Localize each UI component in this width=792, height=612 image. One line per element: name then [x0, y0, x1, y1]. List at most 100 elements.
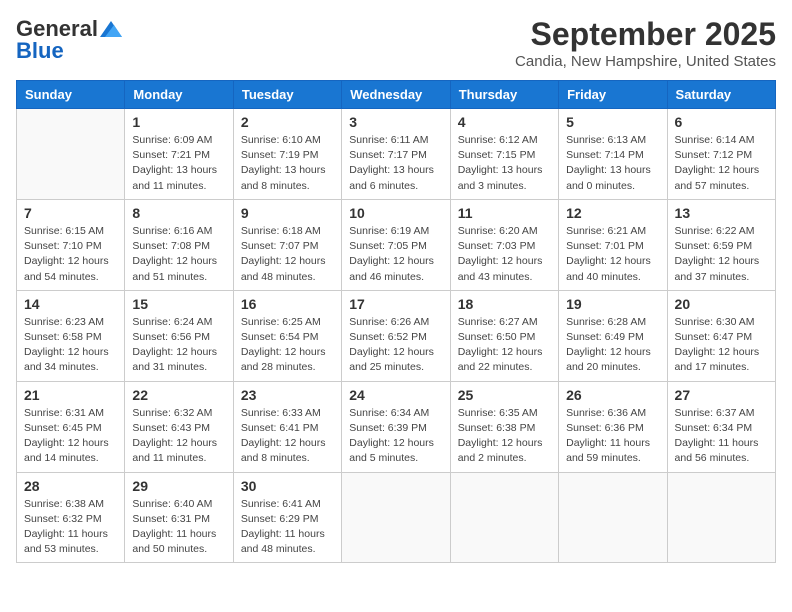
calendar-cell: 11 Sunrise: 6:20 AM Sunset: 7:03 PM Dayli… — [450, 199, 558, 290]
calendar-cell: 21 Sunrise: 6:31 AM Sunset: 6:45 PM Dayli… — [17, 381, 125, 472]
day-number: 8 — [132, 205, 225, 221]
weekday-header-sunday: Sunday — [17, 81, 125, 109]
calendar-week-2: 7Sunrise: 6:15 AM Sunset: 7:10 PM Daylig… — [17, 199, 776, 290]
calendar-cell — [342, 472, 450, 563]
location-subtitle: Candia, New Hampshire, United States — [515, 53, 776, 70]
calendar-cell: 5Sunrise: 6:13 AM Sunset: 7:14 PM Daylig… — [559, 109, 667, 200]
day-info: Sunrise: 6:23 AM Sunset: 6:58 PM Dayligh… — [24, 315, 117, 376]
calendar-cell: 6 Sunrise: 6:14 AM Sunset: 7:12 PM Daylig… — [667, 109, 775, 200]
calendar-table: SundayMondayTuesdayWednesdayThursdayFrid… — [16, 80, 776, 563]
title-area: September 2025 Candia, New Hampshire, Un… — [515, 16, 776, 70]
day-info: Sunrise: 6:40 AM Sunset: 6:31 PM Dayligh… — [132, 497, 225, 558]
weekday-header-saturday: Saturday — [667, 81, 775, 109]
day-number: 2 — [241, 114, 334, 130]
day-info: Sunrise: 6:15 AM Sunset: 7:10 PM Dayligh… — [24, 224, 117, 285]
day-info: Sunrise: 6:37 AM Sunset: 6:34 PM Dayligh… — [675, 406, 768, 467]
day-info: Sunrise: 6:26 AM Sunset: 6:52 PM Dayligh… — [349, 315, 442, 376]
calendar-cell: 28 Sunrise: 6:38 AM Sunset: 6:32 PM Dayli… — [17, 472, 125, 563]
calendar-week-3: 14 Sunrise: 6:23 AM Sunset: 6:58 PM Dayli… — [17, 290, 776, 381]
day-number: 20 — [675, 296, 768, 312]
calendar-cell: 26Sunrise: 6:36 AM Sunset: 6:36 PM Dayli… — [559, 381, 667, 472]
calendar-cell: 8 Sunrise: 6:16 AM Sunset: 7:08 PM Daylig… — [125, 199, 233, 290]
day-info: Sunrise: 6:18 AM Sunset: 7:07 PM Dayligh… — [241, 224, 334, 285]
day-info: Sunrise: 6:14 AM Sunset: 7:12 PM Dayligh… — [675, 133, 768, 194]
day-number: 13 — [675, 205, 768, 221]
calendar-week-1: 1 Sunrise: 6:09 AM Sunset: 7:21 PM Daylig… — [17, 109, 776, 200]
day-info: Sunrise: 6:41 AM Sunset: 6:29 PM Dayligh… — [241, 497, 334, 558]
day-info: Sunrise: 6:20 AM Sunset: 7:03 PM Dayligh… — [458, 224, 551, 285]
day-info: Sunrise: 6:32 AM Sunset: 6:43 PM Dayligh… — [132, 406, 225, 467]
calendar-cell: 2 Sunrise: 6:10 AM Sunset: 7:19 PM Daylig… — [233, 109, 341, 200]
day-info: Sunrise: 6:38 AM Sunset: 6:32 PM Dayligh… — [24, 497, 117, 558]
day-number: 10 — [349, 205, 442, 221]
day-number: 3 — [349, 114, 442, 130]
calendar-cell: 17Sunrise: 6:26 AM Sunset: 6:52 PM Dayli… — [342, 290, 450, 381]
calendar-cell: 14 Sunrise: 6:23 AM Sunset: 6:58 PM Dayli… — [17, 290, 125, 381]
day-number: 9 — [241, 205, 334, 221]
logo: General Blue — [16, 16, 122, 64]
day-info: Sunrise: 6:25 AM Sunset: 6:54 PM Dayligh… — [241, 315, 334, 376]
day-info: Sunrise: 6:35 AM Sunset: 6:38 PM Dayligh… — [458, 406, 551, 467]
calendar-cell: 24Sunrise: 6:34 AM Sunset: 6:39 PM Dayli… — [342, 381, 450, 472]
day-number: 11 — [458, 205, 551, 221]
calendar-cell: 15 Sunrise: 6:24 AM Sunset: 6:56 PM Dayli… — [125, 290, 233, 381]
calendar-cell — [17, 109, 125, 200]
calendar-cell: 3 Sunrise: 6:11 AM Sunset: 7:17 PM Daylig… — [342, 109, 450, 200]
day-info: Sunrise: 6:10 AM Sunset: 7:19 PM Dayligh… — [241, 133, 334, 194]
calendar-cell: 20 Sunrise: 6:30 AM Sunset: 6:47 PM Dayli… — [667, 290, 775, 381]
day-number: 27 — [675, 387, 768, 403]
day-number: 21 — [24, 387, 117, 403]
day-number: 18 — [458, 296, 551, 312]
day-info: Sunrise: 6:30 AM Sunset: 6:47 PM Dayligh… — [675, 315, 768, 376]
day-number: 26 — [566, 387, 659, 403]
day-info: Sunrise: 6:34 AM Sunset: 6:39 PM Dayligh… — [349, 406, 442, 467]
day-info: Sunrise: 6:31 AM Sunset: 6:45 PM Dayligh… — [24, 406, 117, 467]
day-info: Sunrise: 6:09 AM Sunset: 7:21 PM Dayligh… — [132, 133, 225, 194]
day-number: 22 — [132, 387, 225, 403]
day-number: 1 — [132, 114, 225, 130]
day-number: 14 — [24, 296, 117, 312]
day-number: 29 — [132, 478, 225, 494]
calendar-cell: 25Sunrise: 6:35 AM Sunset: 6:38 PM Dayli… — [450, 381, 558, 472]
day-info: Sunrise: 6:33 AM Sunset: 6:41 PM Dayligh… — [241, 406, 334, 467]
calendar-cell: 9 Sunrise: 6:18 AM Sunset: 7:07 PM Daylig… — [233, 199, 341, 290]
day-number: 4 — [458, 114, 551, 130]
calendar-cell: 12Sunrise: 6:21 AM Sunset: 7:01 PM Dayli… — [559, 199, 667, 290]
calendar-cell: 23Sunrise: 6:33 AM Sunset: 6:41 PM Dayli… — [233, 381, 341, 472]
day-info: Sunrise: 6:22 AM Sunset: 6:59 PM Dayligh… — [675, 224, 768, 285]
calendar-week-4: 21 Sunrise: 6:31 AM Sunset: 6:45 PM Dayli… — [17, 381, 776, 472]
weekday-header-tuesday: Tuesday — [233, 81, 341, 109]
weekday-header-thursday: Thursday — [450, 81, 558, 109]
calendar-cell: 29 Sunrise: 6:40 AM Sunset: 6:31 PM Dayli… — [125, 472, 233, 563]
calendar-cell: 30 Sunrise: 6:41 AM Sunset: 6:29 PM Dayli… — [233, 472, 341, 563]
day-number: 15 — [132, 296, 225, 312]
logo-blue: Blue — [16, 38, 64, 64]
logo-icon — [100, 21, 122, 37]
calendar-cell: 13 Sunrise: 6:22 AM Sunset: 6:59 PM Dayli… — [667, 199, 775, 290]
day-number: 5 — [566, 114, 659, 130]
day-info: Sunrise: 6:27 AM Sunset: 6:50 PM Dayligh… — [458, 315, 551, 376]
day-number: 28 — [24, 478, 117, 494]
day-info: Sunrise: 6:19 AM Sunset: 7:05 PM Dayligh… — [349, 224, 442, 285]
day-info: Sunrise: 6:11 AM Sunset: 7:17 PM Dayligh… — [349, 133, 442, 194]
day-info: Sunrise: 6:21 AM Sunset: 7:01 PM Dayligh… — [566, 224, 659, 285]
calendar-cell: 4Sunrise: 6:12 AM Sunset: 7:15 PM Daylig… — [450, 109, 558, 200]
calendar-cell: 19Sunrise: 6:28 AM Sunset: 6:49 PM Dayli… — [559, 290, 667, 381]
calendar-cell — [559, 472, 667, 563]
day-number: 19 — [566, 296, 659, 312]
calendar-cell: 16Sunrise: 6:25 AM Sunset: 6:54 PM Dayli… — [233, 290, 341, 381]
weekday-header-row: SundayMondayTuesdayWednesdayThursdayFrid… — [17, 81, 776, 109]
weekday-header-monday: Monday — [125, 81, 233, 109]
calendar-cell: 10 Sunrise: 6:19 AM Sunset: 7:05 PM Dayli… — [342, 199, 450, 290]
calendar-cell: 1 Sunrise: 6:09 AM Sunset: 7:21 PM Daylig… — [125, 109, 233, 200]
weekday-header-wednesday: Wednesday — [342, 81, 450, 109]
day-info: Sunrise: 6:16 AM Sunset: 7:08 PM Dayligh… — [132, 224, 225, 285]
day-number: 6 — [675, 114, 768, 130]
calendar-week-5: 28 Sunrise: 6:38 AM Sunset: 6:32 PM Dayli… — [17, 472, 776, 563]
calendar-cell: 27 Sunrise: 6:37 AM Sunset: 6:34 PM Dayli… — [667, 381, 775, 472]
day-info: Sunrise: 6:24 AM Sunset: 6:56 PM Dayligh… — [132, 315, 225, 376]
calendar-cell — [450, 472, 558, 563]
calendar-cell — [667, 472, 775, 563]
calendar-cell: 18 Sunrise: 6:27 AM Sunset: 6:50 PM Dayli… — [450, 290, 558, 381]
day-number: 30 — [241, 478, 334, 494]
